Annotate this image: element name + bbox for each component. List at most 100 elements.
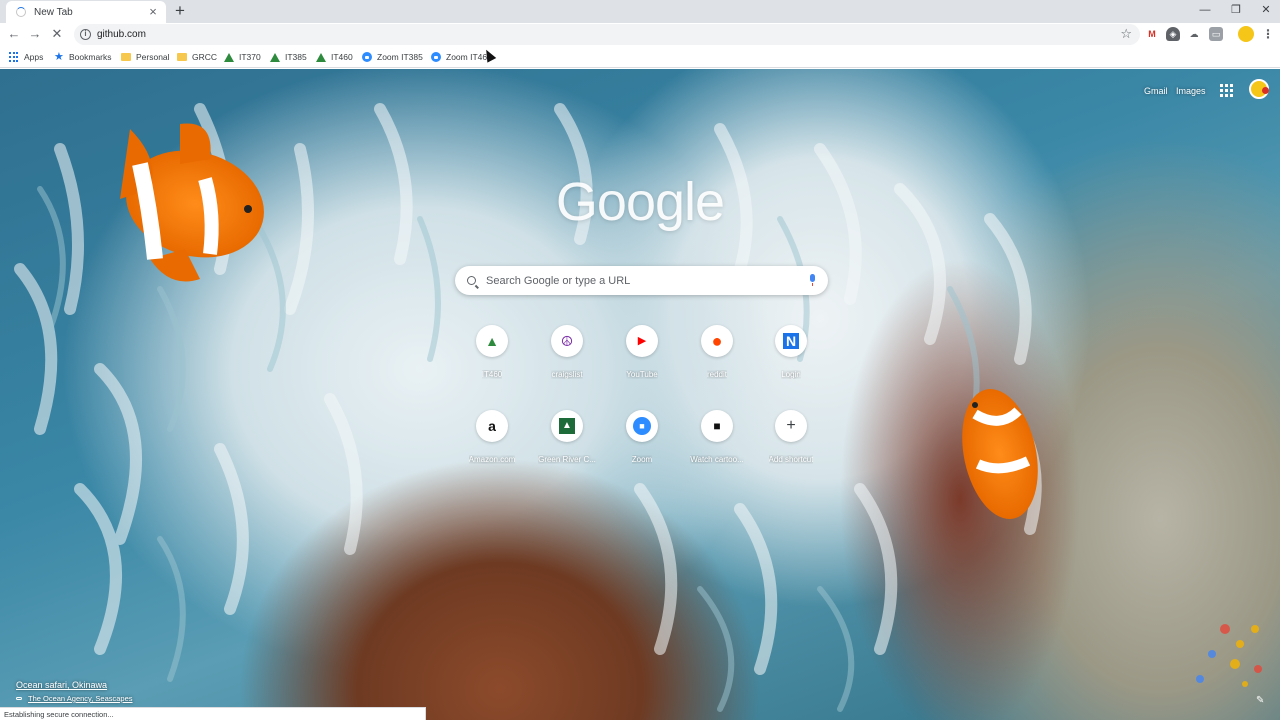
bookmark-it460[interactable]: IT460 (316, 50, 353, 64)
stop-loading-icon[interactable]: ✕ (49, 26, 65, 42)
forward-arrow-icon[interactable]: → (27, 26, 43, 42)
shortcut-green-river[interactable]: ▲ Green River C... (529, 410, 605, 480)
shortcut-favicon: ■ (626, 410, 658, 442)
shield-extension-icon[interactable]: ◈ (1166, 27, 1180, 41)
bookmark-zoom-it385[interactable]: Zoom IT385 (362, 50, 423, 64)
shortcut-youtube[interactable]: ▶ YouTube (604, 325, 680, 395)
shortcut-favicon: ▲ (476, 325, 508, 357)
shortcut-label: Green River C... (538, 455, 596, 464)
youtube-play-icon: ▶ (637, 335, 647, 347)
bookmark-bookmarks[interactable]: ★ Bookmarks (54, 50, 112, 64)
shortcut-craigslist[interactable]: ☮ craigslist (529, 325, 605, 395)
shortcut-watch-cartoons[interactable]: ■ Watch cartoo... (679, 410, 755, 480)
account-avatar[interactable] (1249, 79, 1269, 99)
clownfish-left (120, 123, 264, 282)
google-logo: Google (555, 172, 725, 232)
shortcut-label: reddit (706, 370, 727, 379)
tab-new-tab[interactable]: New Tab × (6, 1, 166, 23)
site-info-icon[interactable]: i (80, 29, 91, 40)
search-icon (467, 276, 476, 285)
zoom-icon (431, 52, 441, 62)
loading-spinner-icon (16, 7, 26, 17)
cloud-extension-icon[interactable]: ☁ (1187, 27, 1201, 41)
bookmark-label: Personal (136, 52, 170, 62)
google-apps-icon[interactable] (1220, 84, 1233, 97)
background-credit-link[interactable]: The Ocean Agency, Seascapes (28, 694, 133, 703)
folder-icon (121, 53, 131, 61)
shortcut-it460[interactable]: ▲ IT460 (454, 325, 530, 395)
status-bar: Establishing secure connection... (0, 707, 426, 720)
shortcut-label: IT460 (481, 370, 503, 379)
bookmark-label: IT370 (239, 52, 261, 62)
close-window-button[interactable]: ✕ (1251, 2, 1280, 20)
shortcut-label: Amazon.com (468, 455, 516, 464)
images-link[interactable]: Images (1176, 86, 1206, 96)
shortcut-favicon: a (476, 410, 508, 442)
peace-icon: ☮ (560, 333, 574, 349)
search-box[interactable] (455, 266, 828, 295)
apps-grid-icon (9, 52, 19, 62)
back-arrow-icon[interactable]: ← (6, 26, 22, 42)
gmail-link[interactable]: Gmail (1144, 86, 1168, 96)
reddit-icon: ● (711, 331, 723, 351)
toolbar: ← → ✕ i github.com ☆ M ◈ ☁ ▭ ⋮ (0, 23, 1280, 46)
shortcut-label: craigslist (551, 370, 583, 379)
shortcut-favicon: ● (701, 325, 733, 357)
bookmark-label: IT385 (285, 52, 307, 62)
folder-icon (177, 53, 187, 61)
background-credit[interactable]: The Ocean Agency, Seascapes (16, 694, 133, 703)
bookmark-it385[interactable]: IT385 (270, 50, 307, 64)
shortcut-label: Login (781, 370, 801, 379)
tab-close-icon[interactable]: × (146, 5, 160, 19)
shortcut-label: Add shortcut (768, 455, 814, 464)
profile-avatar-icon[interactable] (1238, 26, 1254, 42)
restore-button[interactable]: ❐ (1221, 2, 1251, 20)
plus-icon: + (786, 417, 796, 434)
bookmark-star-icon[interactable]: ☆ (1120, 26, 1132, 42)
bookmarks-bar: Apps ★ Bookmarks Personal GRCC IT370 IT3… (0, 46, 1280, 68)
bookmark-it370[interactable]: IT370 (224, 50, 261, 64)
link-icon (16, 697, 22, 700)
shortcut-favicon: + (775, 410, 807, 442)
shortcut-label: Watch cartoo... (690, 455, 744, 464)
shortcut-amazon[interactable]: a Amazon.com (454, 410, 530, 480)
search-input[interactable] (486, 274, 808, 287)
star-icon: ★ (54, 51, 64, 63)
bookmark-label: Zoom IT385 (377, 52, 423, 62)
shortcut-favicon: ▶ (626, 325, 658, 357)
bookmark-label: Bookmarks (69, 52, 112, 62)
bookmark-apps[interactable]: Apps (9, 50, 43, 64)
gmail-extension-icon[interactable]: M (1145, 27, 1159, 41)
new-tab-page: Gmail Images Google ▲ IT460 ☮ craigslist… (0, 69, 1280, 720)
shortcut-label: Zoom (631, 455, 653, 464)
address-bar[interactable]: i github.com ☆ (74, 24, 1140, 45)
tab-strip: New Tab × + — ❐ ✕ (0, 0, 1280, 23)
bookmark-label: IT460 (331, 52, 353, 62)
bookmark-grcc[interactable]: GRCC (177, 50, 217, 64)
shortcut-label: YouTube (626, 370, 658, 379)
zoom-icon (362, 52, 372, 62)
bookmark-personal[interactable]: Personal (121, 50, 170, 64)
minimize-button[interactable]: — (1190, 2, 1220, 20)
shortcut-favicon: ☮ (551, 325, 583, 357)
shortcut-reddit[interactable]: ● reddit (679, 325, 755, 395)
n-logo-icon: N (782, 333, 800, 349)
bookmark-label: GRCC (192, 52, 218, 62)
shortcut-favicon: ▲ (551, 410, 583, 442)
new-tab-button[interactable]: + (172, 2, 188, 19)
cast-extension-icon[interactable]: ▭ (1209, 27, 1223, 41)
shortcut-favicon: N (775, 325, 807, 357)
triangle-logo-icon: ▲ (485, 333, 499, 349)
shortcut-add[interactable]: + Add shortcut (753, 410, 829, 480)
menu-kebab-icon[interactable]: ⋮ (1261, 27, 1275, 41)
background-title-link[interactable]: Ocean safari, Okinawa (16, 680, 107, 690)
bookmark-label: Apps (24, 52, 44, 62)
shortcut-login[interactable]: N Login (753, 325, 829, 395)
customize-pencil-icon[interactable]: ✎ (1256, 695, 1264, 706)
video-camera-icon: ■ (713, 419, 721, 433)
zoom-icon: ■ (633, 417, 651, 435)
green-river-icon: ▲ (559, 418, 575, 434)
url-text[interactable]: github.com (97, 29, 146, 40)
microphone-icon[interactable] (808, 274, 816, 287)
shortcut-zoom[interactable]: ■ Zoom (604, 410, 680, 480)
